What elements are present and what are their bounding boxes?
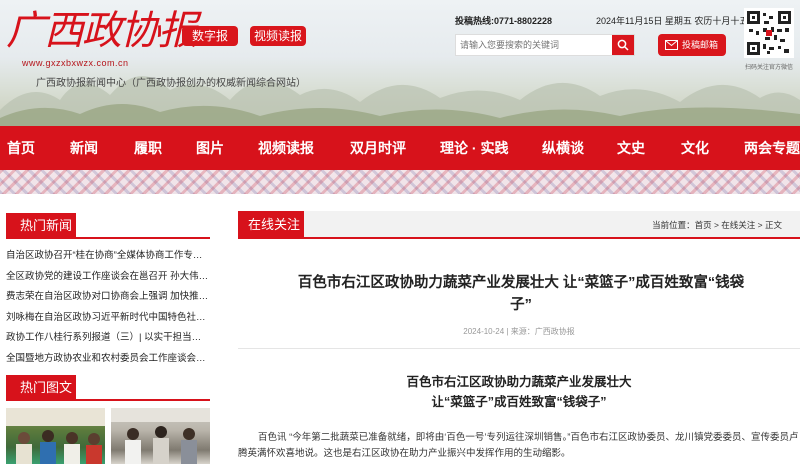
nav-item-photos[interactable]: 图片 [196, 126, 224, 170]
hot-news-list: 自治区政协召开“桂在协商”全媒体协商工作专题... 全区政协党的建设工作座谈会在… [6, 246, 210, 370]
photo-crowd-illustration [6, 408, 105, 464]
nav-item-two-sessions[interactable]: 两会专题 [744, 126, 800, 170]
nav-item-bimonthly-review[interactable]: 双月时评 [350, 126, 406, 170]
breadcrumb: 当前位置：首页 > 在线关注 > 正文 [652, 220, 782, 230]
site-url: www.gxzxbxwzx.com.cn [22, 58, 129, 68]
divider [238, 348, 800, 349]
article-meta: 2024-10-24 | 来源：广西政协报 [463, 327, 575, 336]
qr-caption: 扫码关注官方微信 [744, 65, 793, 71]
list-item[interactable]: 政协工作八桂行系列报道（三）| 以实干担当书写... [6, 328, 210, 349]
site-logo[interactable]: 广西政协报 [6, 8, 198, 54]
article-subtitle-line2: 让“菜篮子”成百姓致富“钱袋子” [431, 395, 607, 409]
site-header: 广西政协报 www.gxzxbxwzx.com.cn 广西政协报新闻中心（广西政… [0, 0, 800, 126]
list-item[interactable]: 全国暨地方政协农业和农村委员会工作座谈会在... [6, 349, 210, 370]
article-title: 百色市右江区政协助力蔬菜产业发展壮大 让“菜篮子”成百姓致富“钱袋子” [297, 275, 745, 313]
submit-mail-button[interactable]: 投稿邮箱 [658, 34, 726, 56]
nav-item-home[interactable]: 首页 [7, 126, 35, 170]
qr-code [744, 8, 794, 58]
nav-item-history[interactable]: 文史 [617, 126, 645, 170]
nav-item-duties[interactable]: 履职 [134, 126, 162, 170]
hot-photo-thumbnail[interactable] [6, 408, 105, 464]
search-button[interactable] [612, 35, 634, 55]
hot-news-header: 热门新闻 [6, 213, 210, 239]
hot-news-title: 热门新闻 [6, 213, 76, 239]
article-subtitle: 百色市右江区政协助力蔬菜产业发展壮大 让“菜篮子”成百姓致富“钱袋子” [238, 372, 800, 412]
nav-item-culture[interactable]: 文化 [681, 126, 709, 170]
search-icon [617, 39, 629, 51]
mail-label: 投稿邮箱 [682, 40, 719, 50]
nav-item-video-reading[interactable]: 视频读报 [258, 126, 314, 170]
section-tab[interactable]: 在线关注 [238, 211, 304, 239]
main-nav: 首页 新闻 履职 图片 视频读报 双月时评 理论 · 实践 纵横谈 文史 文化 … [0, 126, 800, 170]
search-box [455, 34, 635, 56]
list-item[interactable]: 刘咏梅在自治区政协习近平新时代中国特色社会... [6, 308, 210, 329]
hot-photos-header: 热门图文 [6, 375, 210, 401]
hotline-number: 0771-8802228 [494, 16, 553, 26]
photo-meeting-illustration [111, 408, 210, 464]
hotline-label: 投稿热线: [455, 16, 494, 26]
nav-item-commentary[interactable]: 纵横谈 [542, 126, 584, 170]
current-date: 2024年11月15日 星期五 农历十月十五 [596, 16, 749, 26]
hotline: 投稿热线:0771-8802228 [455, 14, 552, 27]
nav-item-news[interactable]: 新闻 [70, 126, 98, 170]
hot-photos-title: 热门图文 [6, 375, 76, 401]
section-header: 在线关注 当前位置：首页 > 在线关注 > 正文 [238, 211, 800, 239]
envelope-icon [665, 40, 678, 50]
site-slogan: 广西政协报新闻中心（广西政协报创办的权威新闻综合网站） [36, 78, 306, 89]
video-reading-button[interactable]: 视频读报 [250, 26, 306, 46]
list-item[interactable]: 费志荣在自治区政协对口协商会上强调 加快推进... [6, 287, 210, 308]
list-item[interactable]: 全区政协党的建设工作座谈会在邕召开 孙大伟出... [6, 267, 210, 288]
search-input[interactable] [456, 35, 614, 55]
nav-item-theory-practice[interactable]: 理论 · 实践 [440, 126, 508, 170]
qr-code-icon [747, 11, 791, 55]
digital-paper-button[interactable]: 数字报 [182, 26, 238, 46]
list-item[interactable]: 自治区政协召开“桂在协商”全媒体协商工作专题... [6, 246, 210, 267]
article-subtitle-line1: 百色市右江区政协助力蔬菜产业发展壮大 [406, 375, 632, 389]
article-paragraph: 百色讯 “今年第二批蔬菜已准备就绪，即将由‘百色一号’专列运往深圳销售。”百色市… [238, 432, 799, 459]
decorative-pattern-strip [0, 170, 800, 194]
hot-photo-thumbnail[interactable] [111, 408, 210, 464]
